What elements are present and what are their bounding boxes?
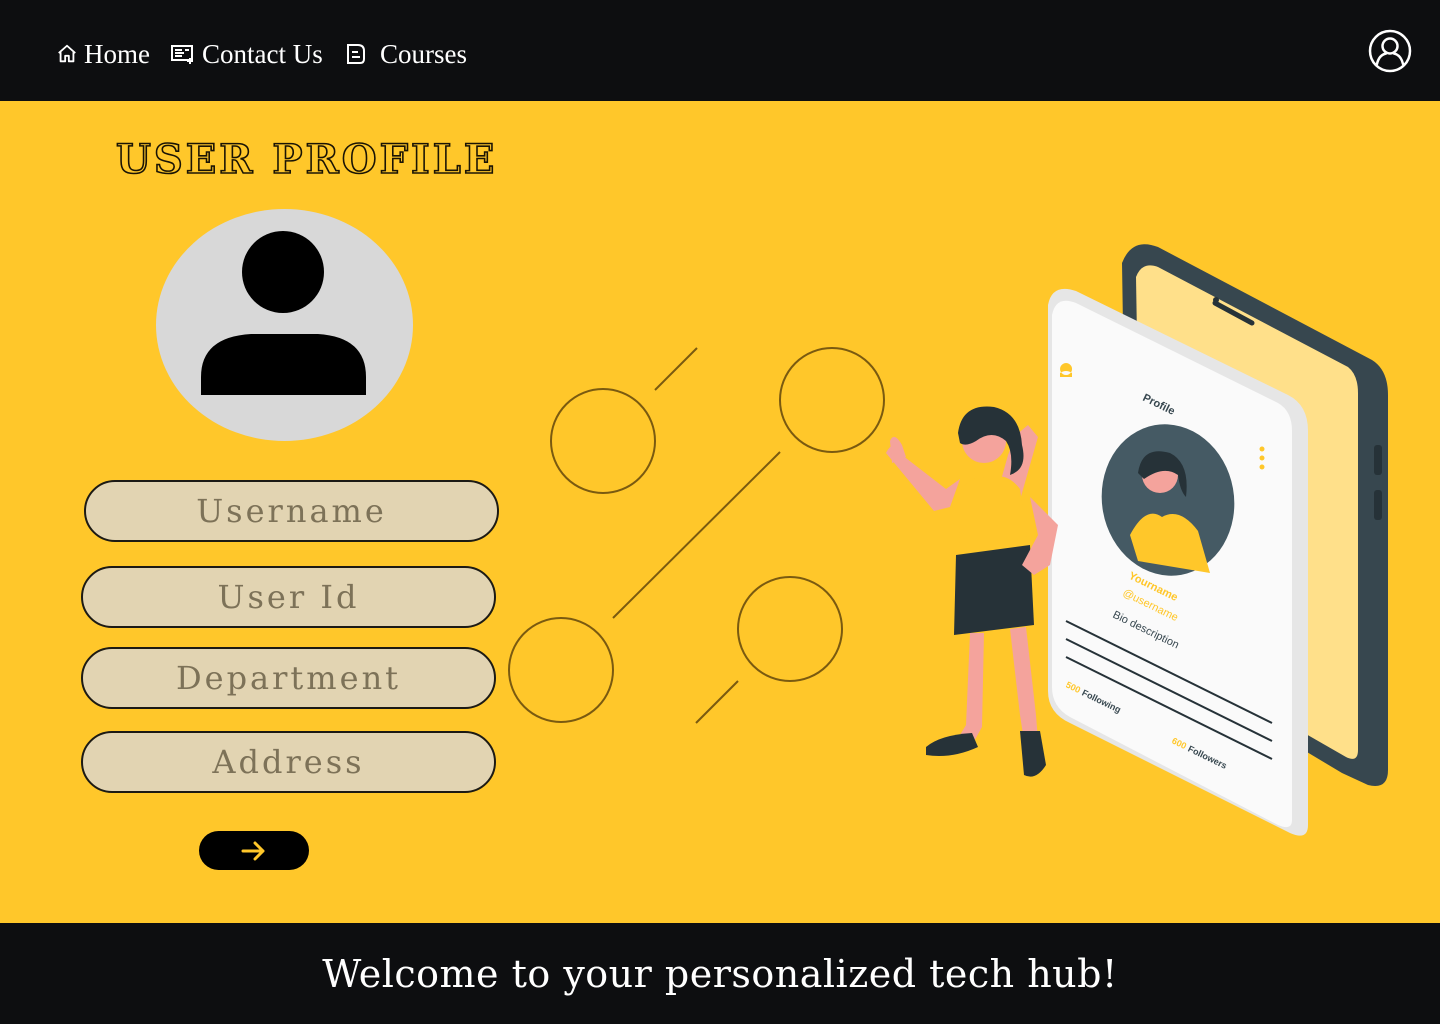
nav-courses-label: Courses — [380, 38, 467, 69]
nav-home-label: Home — [84, 38, 150, 69]
submit-button[interactable] — [199, 831, 309, 870]
arrow-right-icon — [241, 841, 265, 860]
department-input[interactable] — [83, 649, 494, 707]
user-id-input[interactable] — [83, 568, 494, 626]
nav-contact-label: Contact Us — [202, 38, 323, 69]
nav-home-link[interactable]: Home — [56, 36, 150, 72]
address-input[interactable] — [83, 733, 494, 791]
woman-figure — [886, 406, 1058, 777]
user-profile-button[interactable] — [1368, 29, 1412, 73]
contact-card-icon — [170, 43, 196, 65]
welcome-message: Welcome to your personalized tech hub! — [322, 951, 1118, 996]
decorative-circles — [508, 347, 885, 724]
top-nav-bar: Home Contact Us Courses — [0, 0, 1440, 101]
footer-bar: Welcome to your personalized tech hub! — [0, 923, 1440, 1024]
avatar[interactable] — [156, 209, 413, 441]
username-input[interactable] — [86, 482, 497, 540]
nav-courses-link[interactable]: Courses — [344, 36, 467, 72]
user-circle-icon — [1368, 29, 1412, 73]
username-field — [84, 480, 499, 542]
user-id-field — [81, 566, 496, 628]
profile-illustration: Profile Yourname @username Bio descripti… — [886, 244, 1388, 836]
courses-icon — [344, 42, 368, 66]
department-field — [81, 647, 496, 709]
nav-contact-link[interactable]: Contact Us — [170, 36, 323, 72]
address-field — [81, 731, 496, 793]
home-icon — [56, 43, 78, 65]
user-avatar-icon — [201, 231, 366, 395]
page-title: USER PROFILE — [115, 135, 498, 184]
